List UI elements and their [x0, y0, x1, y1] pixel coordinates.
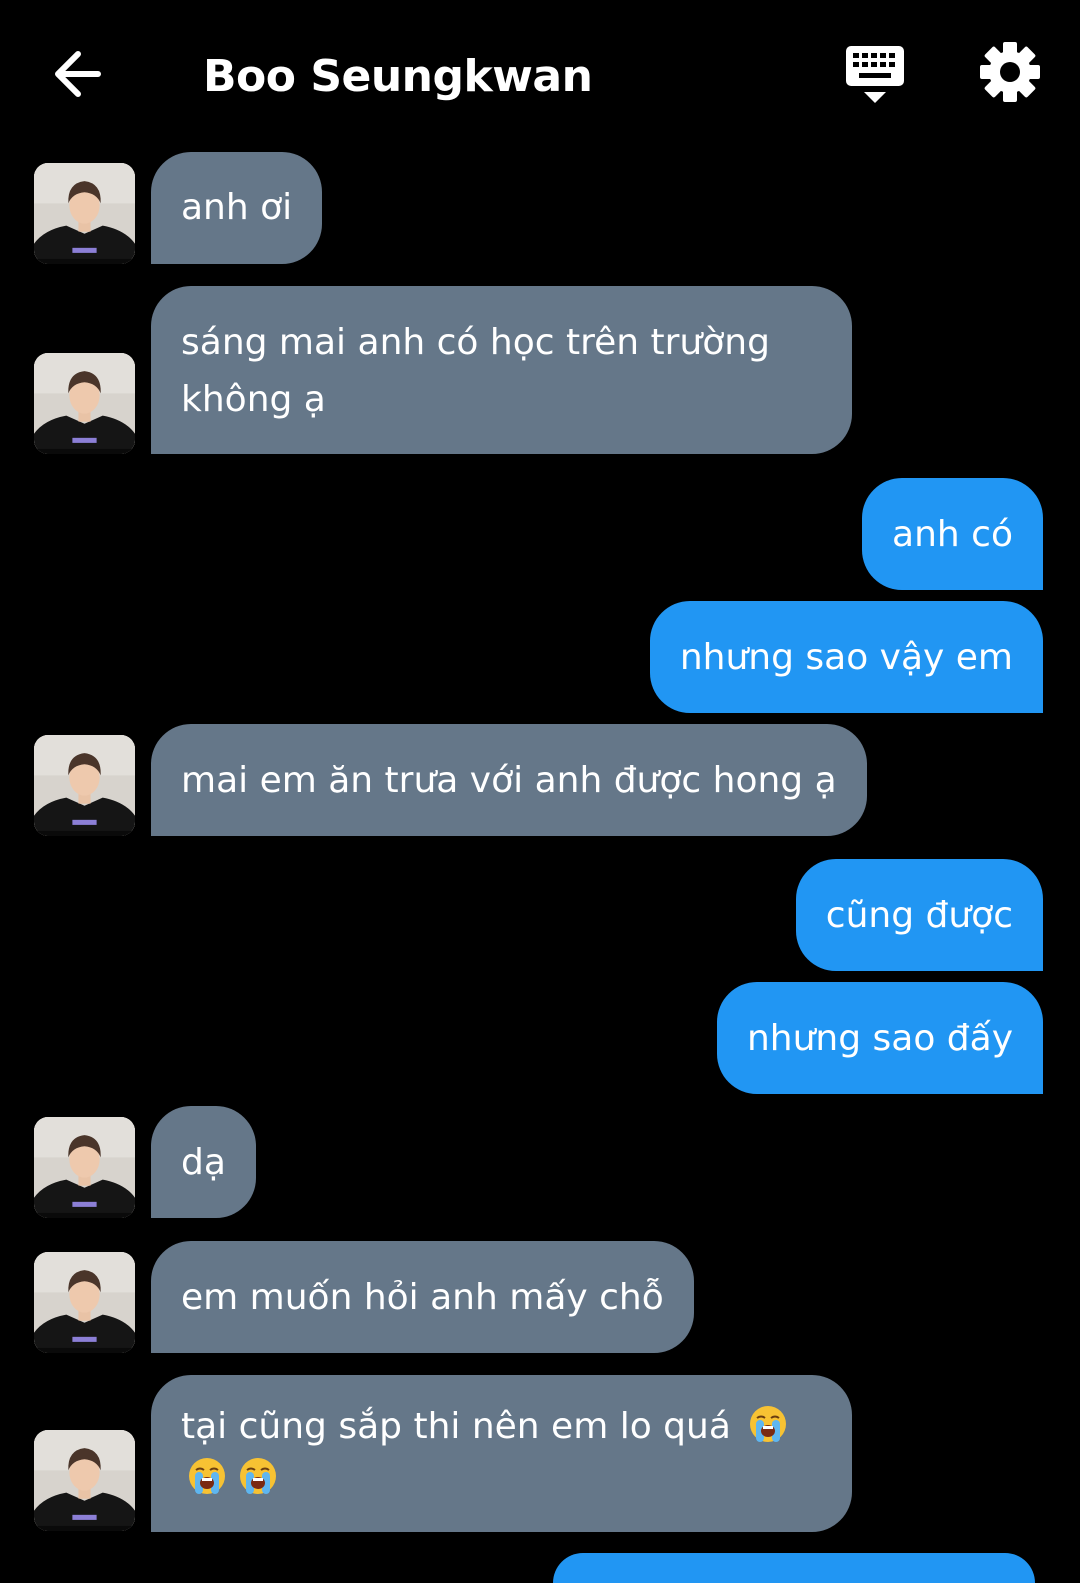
- incoming-message-bubble: sáng mai anh có học trên trường không ạ: [151, 286, 852, 454]
- message-text: anh ơi: [181, 187, 293, 228]
- contact-avatar[interactable]: [34, 1430, 135, 1531]
- loudly-crying-face-icon: [187, 1456, 227, 1496]
- outgoing-message-bubble: nhưng sao đấy: [716, 982, 1043, 1094]
- message-text: nhưng sao đấy: [746, 1018, 1013, 1059]
- contact-avatar[interactable]: [34, 735, 135, 836]
- contact-avatar[interactable]: [34, 163, 135, 264]
- chat-header: Boo Seungkwan: [0, 0, 1080, 150]
- message-text: nhưng sao vậy em: [679, 637, 1013, 678]
- message-text: sáng mai anh có học trên trường không ạ: [181, 322, 770, 420]
- message-text: dạ: [181, 1142, 226, 1183]
- loudly-crying-face-icon: [238, 1456, 278, 1496]
- incoming-message-bubble: mai em ăn trưa với anh được hong ạ: [151, 724, 867, 836]
- incoming-message-bubble: tại cũng sắp thi nên em lo quá: [151, 1375, 852, 1532]
- keyboard-icon[interactable]: [842, 42, 908, 106]
- incoming-message-bubble: dạ: [151, 1106, 256, 1218]
- outgoing-message-bubble-partial: [553, 1553, 1035, 1583]
- contact-avatar[interactable]: [34, 1252, 135, 1353]
- incoming-message-bubble: anh ơi: [151, 152, 323, 264]
- contact-avatar[interactable]: [34, 353, 135, 454]
- message-text: em muốn hỏi anh mấy chỗ: [181, 1277, 664, 1318]
- loudly-crying-face-icon: [748, 1404, 788, 1444]
- message-text: anh có: [892, 514, 1013, 555]
- message-text: cũng được: [825, 895, 1013, 936]
- contact-name: Boo Seungkwan: [203, 51, 593, 102]
- outgoing-message-bubble: anh có: [862, 478, 1043, 590]
- message-text: tại cũng sắp thi nên em lo quá: [181, 1406, 731, 1447]
- outgoing-message-bubble: nhưng sao vậy em: [649, 601, 1043, 713]
- incoming-message-bubble: em muốn hỏi anh mấy chỗ: [151, 1241, 694, 1353]
- message-text: mai em ăn trưa với anh được hong ạ: [181, 760, 837, 801]
- contact-avatar[interactable]: [34, 1117, 135, 1218]
- back-arrow-icon[interactable]: [50, 46, 110, 102]
- gear-icon[interactable]: [978, 40, 1042, 104]
- outgoing-message-bubble: cũng được: [795, 859, 1043, 971]
